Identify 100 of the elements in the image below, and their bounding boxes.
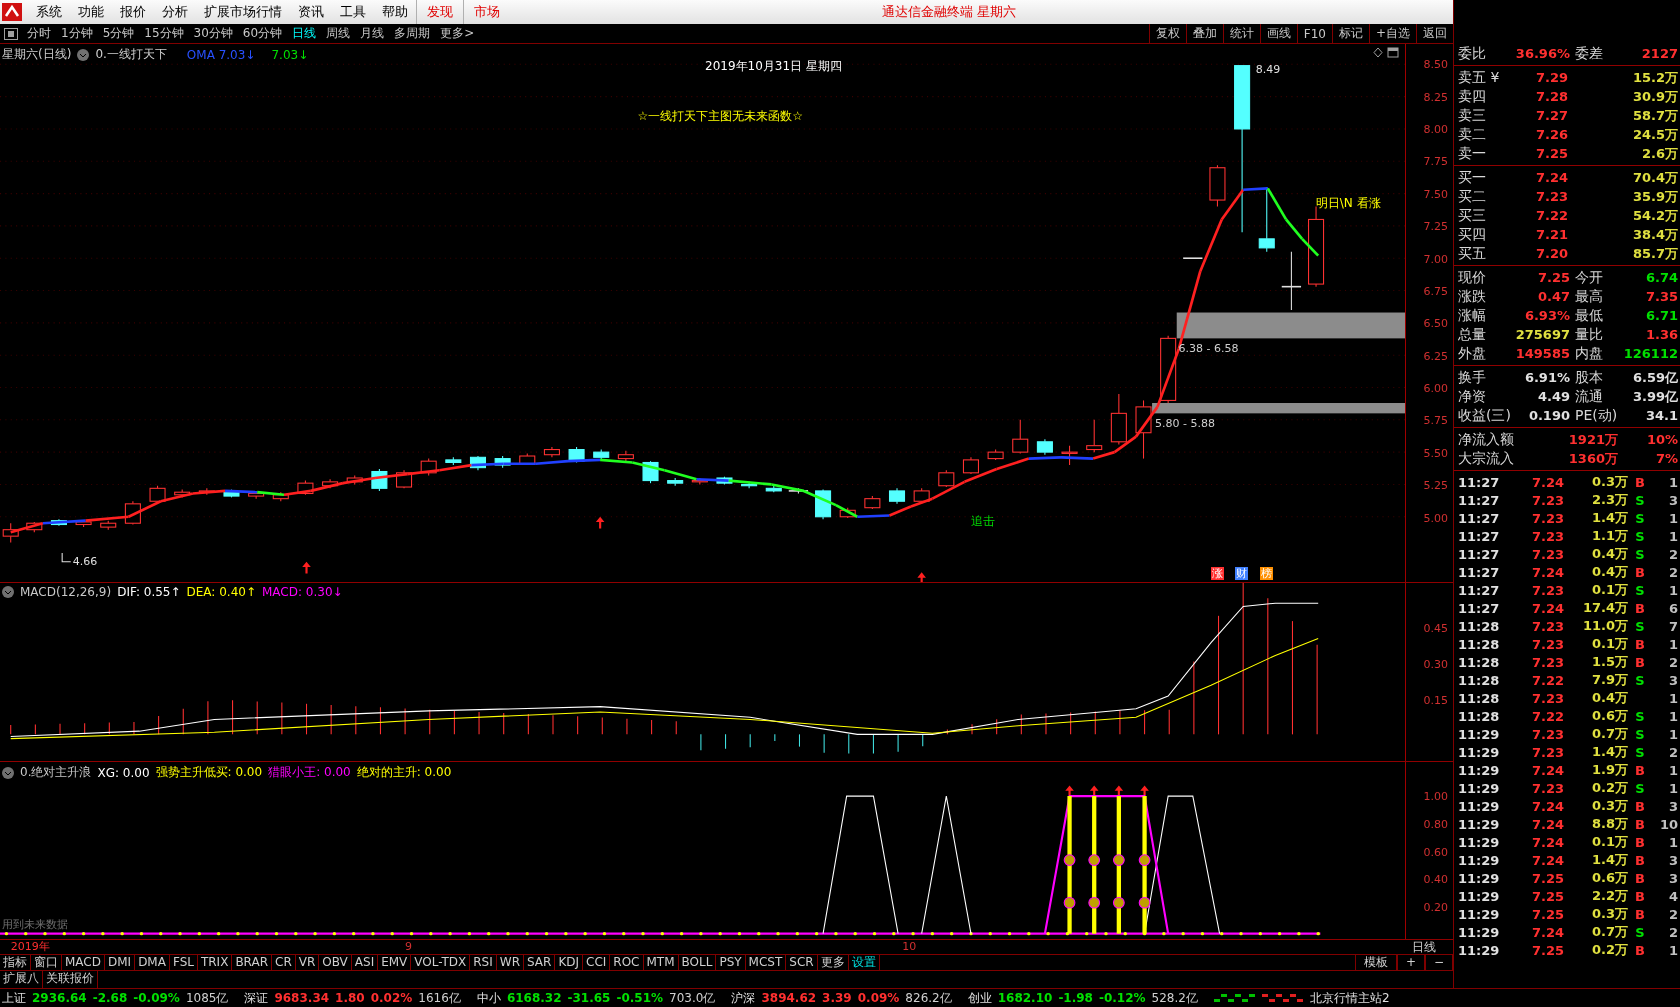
toolbar-button[interactable]: 复权 bbox=[1148, 24, 1186, 43]
period-tab[interactable]: 更多> bbox=[435, 25, 480, 42]
trade-price: 7.24 bbox=[1530, 600, 1564, 616]
leader-line bbox=[61, 552, 72, 563]
menu-item[interactable]: 市场 bbox=[463, 0, 510, 24]
indicator-tab[interactable]: ROC bbox=[610, 955, 644, 970]
window-controls-icon[interactable] bbox=[1372, 47, 1399, 58]
indicator-tab[interactable]: MACD bbox=[62, 955, 105, 970]
collapse-icon[interactable] bbox=[2, 766, 14, 779]
collapse-icon[interactable] bbox=[77, 48, 90, 61]
flow-label: 净流入额 bbox=[1458, 430, 1515, 449]
formula-name: 0.一线打天下 bbox=[95, 46, 167, 63]
period-tab[interactable]: 1分钟 bbox=[56, 25, 98, 42]
candlestick bbox=[765, 485, 782, 493]
menu-item[interactable]: 报价 bbox=[112, 3, 154, 21]
app-logo-icon[interactable] bbox=[2, 3, 22, 21]
indicator-tab[interactable]: PSY bbox=[716, 955, 746, 970]
menu-item[interactable]: 功能 bbox=[70, 3, 112, 21]
toolbar-button[interactable]: 标记 bbox=[1331, 24, 1369, 43]
trade-time: 11:27 bbox=[1458, 582, 1501, 598]
candlestick bbox=[691, 477, 708, 485]
trade-side: B bbox=[1634, 852, 1646, 868]
collapse-icon[interactable] bbox=[2, 586, 14, 598]
extension-tab[interactable]: 扩展八 bbox=[0, 971, 43, 988]
trade-side: B bbox=[1634, 600, 1646, 616]
indicator-value: 0.绝对主升浪 bbox=[20, 764, 92, 781]
indicator-tab[interactable]: MTM bbox=[643, 955, 679, 970]
toolbar-button[interactable]: +自选 bbox=[1368, 24, 1416, 43]
indicator-tab[interactable]: CCI bbox=[583, 955, 611, 970]
indicator-tab[interactable]: DMI bbox=[105, 955, 136, 970]
toolbar-button[interactable]: 统计 bbox=[1222, 24, 1260, 43]
indicator-tab[interactable]: WR bbox=[496, 955, 524, 970]
period-tab[interactable]: 分时 bbox=[22, 25, 56, 42]
badge[interactable]: 涨 bbox=[1210, 566, 1224, 581]
indicator-tab[interactable]: 更多 bbox=[817, 955, 849, 970]
toolbar-button[interactable]: 画线 bbox=[1259, 24, 1297, 43]
tab-tool-button[interactable]: + bbox=[1396, 955, 1425, 970]
indicator-tab[interactable]: VR bbox=[295, 955, 320, 970]
menu-item[interactable]: 系统 bbox=[28, 3, 70, 21]
trade-time: 11:28 bbox=[1458, 690, 1501, 706]
indicator-tab[interactable]: 指标 bbox=[0, 955, 31, 970]
candlestick bbox=[100, 520, 117, 531]
period-tab[interactable]: 30分钟 bbox=[188, 25, 238, 42]
candlestick bbox=[741, 481, 758, 489]
period-tab[interactable]: 15分钟 bbox=[139, 25, 189, 42]
indicator-tab[interactable]: BRAR bbox=[232, 955, 272, 970]
period-tab[interactable]: 月线 bbox=[355, 25, 390, 42]
trade-time: 11:29 bbox=[1458, 780, 1501, 796]
menu-item[interactable]: 扩展市场行情 bbox=[196, 3, 290, 21]
axis-label: 6.50 bbox=[1423, 316, 1448, 330]
up-arrow-icon bbox=[917, 572, 926, 582]
menu-item[interactable]: 帮助 bbox=[374, 3, 416, 21]
indicator-tab[interactable]: MCST bbox=[745, 955, 787, 970]
toolbar-button[interactable]: 叠加 bbox=[1185, 24, 1223, 43]
trade-volume: 1.1万 bbox=[1590, 527, 1628, 545]
period-tab[interactable]: 周线 bbox=[321, 25, 356, 42]
index-name: 沪深 bbox=[731, 989, 756, 1007]
indicator-tab[interactable]: KDJ bbox=[555, 955, 584, 970]
tab-tool-button[interactable]: − bbox=[1424, 955, 1453, 970]
trade-time: 11:29 bbox=[1458, 888, 1501, 904]
candlestick bbox=[297, 480, 314, 496]
quote-label: 换手 bbox=[1458, 368, 1487, 387]
indicator-tab[interactable]: DMA bbox=[135, 955, 170, 970]
indicator-tab[interactable]: BOLL bbox=[678, 955, 717, 970]
period-tab[interactable]: 多周期 bbox=[389, 25, 436, 42]
indicator-tab[interactable]: FSL bbox=[169, 955, 198, 970]
candlestick bbox=[593, 449, 610, 461]
toolbar-button[interactable]: F10 bbox=[1296, 24, 1332, 43]
trade-volume: 0.3万 bbox=[1590, 905, 1628, 923]
trade-time: 11:29 bbox=[1458, 816, 1501, 832]
tab-tool-button[interactable]: 模板 bbox=[1354, 955, 1397, 970]
candlestick bbox=[667, 477, 684, 487]
indicator-tab[interactable]: SAR bbox=[524, 955, 556, 970]
indicator-tab[interactable]: VOL-TDX bbox=[411, 955, 471, 970]
menu-item[interactable]: 分析 bbox=[154, 3, 196, 21]
indicator-tab[interactable]: 设置 bbox=[848, 955, 880, 970]
period-tab[interactable]: 60分钟 bbox=[237, 25, 288, 42]
panel-toggle-icon[interactable] bbox=[4, 27, 18, 40]
menu-item[interactable]: 资讯 bbox=[290, 3, 332, 21]
indicator-tab[interactable]: CR bbox=[272, 955, 296, 970]
menu-item[interactable]: 工具 bbox=[332, 3, 374, 21]
trade-time: 11:29 bbox=[1458, 906, 1501, 922]
indicator-tab[interactable]: RSI bbox=[470, 955, 497, 970]
indicator-tab[interactable]: TRIX bbox=[197, 955, 233, 970]
trade-time: 11:28 bbox=[1458, 636, 1501, 652]
trade-count: 3 bbox=[1667, 492, 1678, 508]
period-tab[interactable]: 日线 bbox=[287, 25, 322, 42]
indicator-tab[interactable]: SCR bbox=[786, 955, 818, 970]
quote-value: 6.91% bbox=[1523, 370, 1570, 385]
badge[interactable]: 财 bbox=[1235, 566, 1249, 581]
extension-tab[interactable]: 关联报价 bbox=[43, 971, 98, 988]
indicator-tab[interactable]: 窗口 bbox=[31, 955, 62, 970]
indicator-tab[interactable]: EMV bbox=[378, 955, 412, 970]
indicator-tab[interactable]: OBV bbox=[319, 955, 352, 970]
trade-count: 1 bbox=[1667, 762, 1678, 778]
period-tab[interactable]: 5分钟 bbox=[97, 25, 140, 42]
indicator-tab[interactable]: ASI bbox=[351, 955, 379, 970]
toolbar-button[interactable]: 返回 bbox=[1416, 24, 1453, 43]
menu-item[interactable]: 发现 bbox=[416, 0, 463, 24]
quote-value: 6.71 bbox=[1644, 308, 1678, 323]
